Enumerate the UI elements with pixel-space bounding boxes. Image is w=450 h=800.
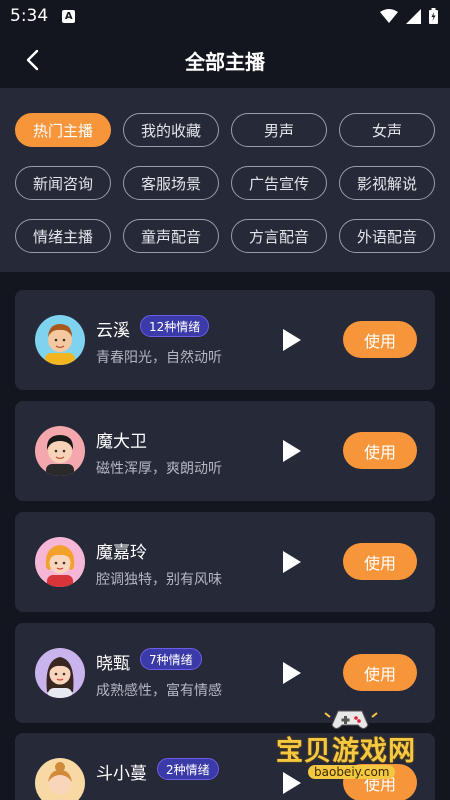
- play-icon[interactable]: [277, 326, 305, 354]
- anchor-description: 青春阳光，自然动听: [96, 350, 222, 366]
- use-button[interactable]: 使用: [343, 321, 417, 358]
- avatar: [35, 537, 85, 587]
- page-title: 全部主播: [185, 49, 265, 74]
- filter-chip-advertising[interactable]: 广告宣传: [231, 166, 327, 200]
- filter-chip-dialect[interactable]: 方言配音: [231, 219, 327, 253]
- filter-chip-hot[interactable]: 热门主播: [15, 113, 111, 147]
- filter-chip-customer-service[interactable]: 客服场景: [123, 166, 219, 200]
- use-button[interactable]: 使用: [343, 764, 417, 800]
- back-button[interactable]: [16, 44, 48, 76]
- emotion-badge: 12种情绪: [140, 315, 210, 337]
- anchor-card[interactable]: 斗小蔓 2种情绪 使用: [15, 733, 435, 800]
- status-time: 5:34: [10, 6, 49, 26]
- anchor-card[interactable]: 魔嘉玲 腔调独特，别有风味 使用: [15, 512, 435, 612]
- anchor-description: 成熟感性，富有情感: [96, 683, 222, 699]
- battery-icon: [429, 8, 438, 24]
- anchor-name: 晓甄: [96, 654, 130, 674]
- anchor-list: 云溪 12种情绪 青春阳光，自然动听 使用 魔大卫 磁性浑厚，爽朗动听 使用 魔…: [0, 272, 450, 800]
- anchor-card[interactable]: 晓甄 7种情绪 成熟感性，富有情感 使用: [15, 623, 435, 723]
- anchor-card[interactable]: 云溪 12种情绪 青春阳光，自然动听 使用: [15, 290, 435, 390]
- use-button[interactable]: 使用: [343, 654, 417, 691]
- anchor-name: 魔大卫: [96, 432, 147, 452]
- filter-chip-male[interactable]: 男声: [231, 113, 327, 147]
- filter-chip-foreign-language[interactable]: 外语配音: [339, 219, 435, 253]
- status-bar: 5:34 A: [0, 0, 450, 32]
- filter-chip-favorites[interactable]: 我的收藏: [123, 113, 219, 147]
- filter-chip-film-commentary[interactable]: 影视解说: [339, 166, 435, 200]
- signal-icon: [406, 8, 421, 24]
- emotion-badge: 7种情绪: [140, 648, 202, 670]
- app-notification-icon: A: [62, 9, 76, 23]
- anchor-name: 云溪: [96, 321, 130, 341]
- anchor-description: 腔调独特，别有风味: [96, 572, 222, 588]
- avatar: [35, 315, 85, 365]
- avatar: [35, 426, 85, 476]
- avatar: [35, 648, 85, 698]
- use-button[interactable]: 使用: [343, 432, 417, 469]
- anchor-name: 斗小蔓: [96, 764, 147, 784]
- avatar: [35, 758, 85, 800]
- filter-chip-emotion[interactable]: 情绪主播: [15, 219, 111, 253]
- anchor-name: 魔嘉玲: [96, 543, 147, 563]
- use-button[interactable]: 使用: [343, 543, 417, 580]
- header: 全部主播: [0, 32, 450, 88]
- play-icon[interactable]: [277, 659, 305, 687]
- anchor-card[interactable]: 魔大卫 磁性浑厚，爽朗动听 使用: [15, 401, 435, 501]
- wifi-icon: [380, 9, 398, 23]
- filter-chip-news[interactable]: 新闻咨询: [15, 166, 111, 200]
- chevron-left-icon: [26, 49, 39, 71]
- anchor-description: 磁性浑厚，爽朗动听: [96, 461, 222, 477]
- emotion-badge: 2种情绪: [157, 758, 219, 780]
- play-icon[interactable]: [277, 548, 305, 576]
- play-icon[interactable]: [277, 769, 305, 797]
- play-icon[interactable]: [277, 437, 305, 465]
- filter-chip-female[interactable]: 女声: [339, 113, 435, 147]
- category-filter-panel: 热门主播 我的收藏 男声 女声 新闻咨询 客服场景 广告宣传 影视解说 情绪主播…: [0, 88, 450, 272]
- filter-chip-child-voice[interactable]: 童声配音: [123, 219, 219, 253]
